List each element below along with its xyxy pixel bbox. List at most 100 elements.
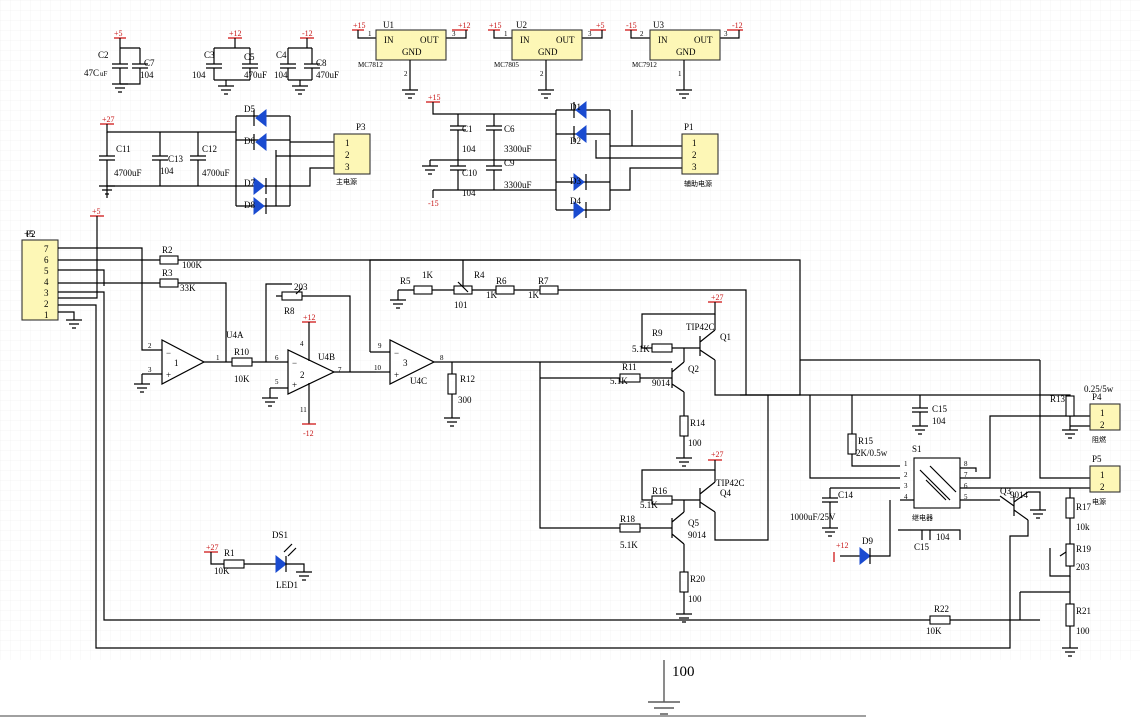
c15-val: 104 xyxy=(932,416,946,426)
q2-ref: Q2 xyxy=(688,364,699,374)
u4c-pin10: 10 xyxy=(374,364,382,372)
r4-val: 101 xyxy=(454,300,468,310)
p2-pin3: 3 xyxy=(44,288,49,298)
grid-background xyxy=(0,0,1140,660)
rail-p5-p2: +5 xyxy=(92,207,101,216)
u4b-plus: + xyxy=(292,380,297,390)
c1-ref: C1 xyxy=(462,124,473,134)
p2-pin5: 5 xyxy=(44,266,49,276)
c8-ref: C8 xyxy=(316,58,327,68)
c8-val: 470uF xyxy=(316,70,339,80)
u3-pin-gnd: 1 xyxy=(678,70,682,78)
r20-ref: R20 xyxy=(690,574,706,584)
u4c-minus: − xyxy=(394,348,399,358)
c2-ref: C2 xyxy=(98,50,109,60)
rail-p12-label: +12 xyxy=(229,29,242,38)
r22-val: 10K xyxy=(926,626,942,636)
c3-ref: C3 xyxy=(204,50,215,60)
r17-val: 10k xyxy=(1076,522,1090,532)
u4b-pin11: 11 xyxy=(300,406,307,414)
p4-pin2: 2 xyxy=(1100,420,1105,430)
r2-val: 100K xyxy=(182,260,203,270)
d1-ref: D1 xyxy=(570,102,581,112)
u4b-vneg: -12 xyxy=(303,429,314,438)
r2-ref: R2 xyxy=(162,245,173,255)
u4a-minus: − xyxy=(166,348,171,358)
u4b-minus: − xyxy=(292,358,297,368)
u4b-num: 2 xyxy=(300,370,305,380)
c12-val: 4700uF xyxy=(202,168,230,178)
c2-val: 47C xyxy=(84,68,99,78)
u4b-vpos: +12 xyxy=(303,313,316,322)
c13-ref: C13 xyxy=(168,154,184,164)
c4-val: 104 xyxy=(274,70,288,80)
s1-relay xyxy=(913,457,961,509)
c5-ref: C5 xyxy=(244,52,255,62)
u4a-pin2: 2 xyxy=(148,342,152,350)
d4-ref: D4 xyxy=(570,196,581,206)
u2-out: OUT xyxy=(556,35,575,45)
u1-vout: +12 xyxy=(458,21,471,30)
p2-pin6: 6 xyxy=(44,255,49,265)
schematic-diagram: U1 +15 +12 1 3 IN OUT GND MC7812 2 U2 +1… xyxy=(0,0,1140,717)
c9-val: 3300uF xyxy=(504,180,532,190)
p3-pin1: 1 xyxy=(345,138,350,148)
d7-ref: D7 xyxy=(244,178,255,188)
p4-connector xyxy=(1089,403,1121,431)
u4b-pin6: 6 xyxy=(275,354,279,362)
r5-val: 1K xyxy=(422,270,434,280)
u2-in: IN xyxy=(520,35,530,45)
d3-ref: D3 xyxy=(570,176,581,186)
u1-gnd: GND xyxy=(402,47,422,57)
s1-pin6: 6 xyxy=(964,482,968,490)
c4-ref: C4 xyxy=(276,50,287,60)
u1-vin: +15 xyxy=(353,21,366,30)
u4c-pin9: 9 xyxy=(378,342,382,350)
p1-pin1: 1 xyxy=(692,138,697,148)
u4b-pin7: 7 xyxy=(338,366,342,374)
d6-ref: D6 xyxy=(244,136,255,146)
s1-ref: S1 xyxy=(912,444,922,454)
p2-pin2: 2 xyxy=(44,299,49,309)
c9-ref: C9 xyxy=(504,158,515,168)
d8-ref: D8 xyxy=(244,200,255,210)
p3-ref: P3 xyxy=(356,122,366,132)
p3-pin2: 2 xyxy=(345,150,350,160)
u3-part: MC7912 xyxy=(632,61,657,69)
p1-caption: 辅助电源 xyxy=(684,179,712,188)
u4c-num: 3 xyxy=(403,358,408,368)
r14-val: 100 xyxy=(688,438,702,448)
ds1-ref: DS1 xyxy=(272,530,288,540)
r3-ref: R3 xyxy=(162,268,173,278)
u1-pin-gnd: 2 xyxy=(404,70,408,78)
d9-ref: D9 xyxy=(862,536,873,546)
r13-ref: R13 xyxy=(1050,394,1066,404)
s1-pin8: 8 xyxy=(964,460,968,468)
r9-ref: R9 xyxy=(652,328,663,338)
u2-vout: +5 xyxy=(596,21,605,30)
u4a-num: 1 xyxy=(174,358,179,368)
r20-val: 100 xyxy=(688,594,702,604)
s1-pin1: 1 xyxy=(904,460,908,468)
q3-part: 9014 xyxy=(1010,490,1029,500)
r16-val: 5.1K xyxy=(640,500,658,510)
q4-vcc: +27 xyxy=(711,450,724,459)
c11-ref: C11 xyxy=(116,144,131,154)
bottom-label: 100 xyxy=(672,664,695,680)
ds1-label: LED1 xyxy=(276,580,298,590)
u4a-ref: U4A xyxy=(226,330,244,340)
c10-ref: C10 xyxy=(462,168,478,178)
r22-ref: R22 xyxy=(934,604,949,614)
u3-pin-out: 3 xyxy=(724,30,728,38)
u3-vin: -15 xyxy=(626,21,637,30)
u4b-pin4: 4 xyxy=(300,340,304,348)
u3-out: OUT xyxy=(694,35,713,45)
u3-in: IN xyxy=(658,35,668,45)
u1-out: OUT xyxy=(420,35,439,45)
p2-pin4: 4 xyxy=(44,277,49,287)
c12-ref: C12 xyxy=(202,144,217,154)
u4a-pin1: 1 xyxy=(216,354,220,362)
c10-val: 104 xyxy=(462,188,476,198)
rail-m12-label: -12 xyxy=(302,29,313,38)
q1-part: TIP42C xyxy=(686,322,715,332)
